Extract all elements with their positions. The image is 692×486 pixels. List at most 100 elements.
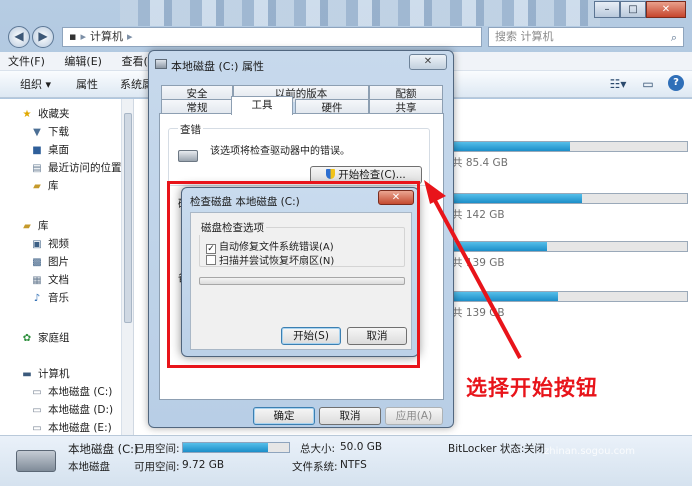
highlight-box xyxy=(167,181,420,368)
picture-library-icon: ▩ xyxy=(32,257,42,268)
music-note-icon: ♪ xyxy=(33,293,41,304)
breadcrumb-chevron-icon: ▸ xyxy=(127,30,133,43)
hard-drive-icon xyxy=(178,150,198,162)
star-icon: ★ xyxy=(22,109,32,120)
apply-button[interactable]: 应用(A) xyxy=(385,407,443,425)
watermark-logo-icon xyxy=(520,404,548,432)
preview-pane-icon[interactable]: ▭ xyxy=(638,75,658,93)
details-usage-bar xyxy=(182,442,290,453)
drive-capacity: 共 139 GB xyxy=(452,257,505,269)
maximize-button[interactable]: □ xyxy=(620,1,646,18)
sidebar-item-homegroup[interactable]: ✿ 家庭组 xyxy=(20,329,70,347)
cancel-button[interactable]: 取消 xyxy=(319,407,381,425)
hard-drive-icon: ▭ xyxy=(32,387,42,398)
back-arrow-icon: ◀ xyxy=(14,29,24,43)
scrollbar-thumb[interactable] xyxy=(124,113,132,323)
help-icon[interactable]: ? xyxy=(668,75,684,91)
window-controls: – □ ✕ xyxy=(594,1,686,18)
details-bitlocker-value: 关闭 xyxy=(524,443,545,455)
properties-dialog-title: 本地磁盘 (C:) 属性 xyxy=(171,60,264,73)
details-pane: 本地磁盘 (C:) 本地磁盘 已用空间: 可用空间: 9.72 GB 总大小: … xyxy=(0,435,692,486)
drive-usage-fill xyxy=(453,142,570,151)
uac-shield-icon xyxy=(326,169,336,179)
menu-file[interactable]: 文件(F) xyxy=(0,52,53,71)
watermark-brand: 搜狗指南 xyxy=(556,404,636,428)
video-library-icon: ▣ xyxy=(32,239,42,250)
sidebar-item-drive-c[interactable]: ▭ 本地磁盘 (C:) xyxy=(30,383,112,401)
document-library-icon: ▦ xyxy=(32,275,42,286)
drive-capacity: 共 85.4 GB xyxy=(452,157,508,169)
sidebar-item-computer[interactable]: ▬ 计算机 xyxy=(20,365,69,383)
details-total-value: 50.0 GB xyxy=(340,441,383,453)
menu-edit[interactable]: 编辑(E) xyxy=(56,52,110,71)
drive-usage-bar xyxy=(452,193,688,204)
organize-button[interactable]: 组织 ▾ xyxy=(20,71,51,98)
details-total-label: 总大小: xyxy=(300,443,336,455)
navigation-pane: ★ 收藏夹 ▼ 下载 ■ 桌面 ▤ 最近访问的位置 ▰ 库 ▰ 库 ▣ 视频 ▩ 图片 ▦ 文档 … xyxy=(0,99,122,435)
drive-capacity: 共 142 GB xyxy=(452,209,505,221)
sidebar-item-recent[interactable]: ▤ 最近访问的位置 xyxy=(30,159,121,177)
navigation-pane-scrollbar[interactable] xyxy=(122,99,134,435)
sidebar-item-documents[interactable]: ▦ 文档 xyxy=(30,271,69,289)
back-button[interactable]: ◀ xyxy=(8,26,30,48)
forward-button[interactable]: ▶ xyxy=(32,26,54,48)
details-fs-value: NTFS xyxy=(340,459,367,471)
drive-usage-bar xyxy=(452,241,688,252)
drive-usage-fill xyxy=(453,242,547,251)
title-bar-background xyxy=(120,0,600,26)
sidebar-item-desktop[interactable]: ■ 桌面 xyxy=(30,141,69,159)
search-input[interactable]: 搜索 计算机 ⌕ xyxy=(488,27,684,47)
computer-small-icon: ▪ xyxy=(69,30,77,43)
details-drive-name: 本地磁盘 (C:) xyxy=(68,442,139,456)
sidebar-item-fav-library[interactable]: ▰ 库 xyxy=(30,177,58,195)
details-fs-label: 文件系统: xyxy=(292,461,338,473)
annotation-text: 选择开始按钮 xyxy=(466,376,598,400)
computer-icon: ▬ xyxy=(22,369,32,380)
tab-tools[interactable]: 工具 xyxy=(231,96,293,115)
sidebar-item-drive-d[interactable]: ▭ 本地磁盘 (D:) xyxy=(30,401,113,419)
details-used-label: 已用空间: xyxy=(134,443,180,455)
watermark-url: zhinan.sogou.com xyxy=(544,446,636,457)
breadcrumb-computer[interactable]: 计算机 xyxy=(90,30,123,43)
details-free-label: 可用空间: xyxy=(134,461,180,473)
details-free-value: 9.72 GB xyxy=(182,459,225,471)
ok-button[interactable]: 确定 xyxy=(253,407,315,425)
drive-usage-fill xyxy=(453,292,559,301)
address-bar[interactable]: ▪ ▸ 计算机 ▸ xyxy=(62,27,482,47)
recent-places-icon: ▤ xyxy=(32,163,42,174)
hard-drive-icon: ▭ xyxy=(32,405,42,416)
details-bitlocker-label: BitLocker 状态: xyxy=(448,443,525,455)
error-checking-description: 该选项将检查驱动器中的错误。 xyxy=(210,146,350,157)
hard-drive-icon xyxy=(16,450,56,472)
sidebar-item-favorites[interactable]: ★ 收藏夹 xyxy=(20,105,70,123)
search-icon[interactable]: ⌕ xyxy=(671,29,677,47)
desktop-icon: ■ xyxy=(32,145,42,156)
drive-usage-fill xyxy=(453,194,582,203)
download-folder-icon: ▼ xyxy=(33,127,41,138)
minimize-button[interactable]: – xyxy=(594,1,620,18)
properties-button[interactable]: 属性 xyxy=(76,71,98,98)
homegroup-icon: ✿ xyxy=(22,333,32,344)
drive-capacity: 共 139 GB xyxy=(452,307,505,319)
view-tools: ☷▾ ▭ ? xyxy=(608,75,684,93)
sidebar-item-downloads[interactable]: ▼ 下载 xyxy=(30,123,69,141)
drive-usage-bar xyxy=(452,141,688,152)
details-usage-fill xyxy=(183,443,268,452)
drive-usage-bar xyxy=(452,291,688,302)
search-placeholder: 搜索 计算机 xyxy=(495,30,554,43)
navigation-row: ◀ ▶ ▪ ▸ 计算机 ▸ 搜索 计算机 ⌕ xyxy=(0,26,692,48)
sidebar-item-videos[interactable]: ▣ 视频 xyxy=(30,235,69,253)
details-drive-type: 本地磁盘 xyxy=(68,461,110,473)
properties-close-button[interactable]: ✕ xyxy=(409,54,447,70)
error-checking-heading: 查错 xyxy=(178,122,203,137)
sidebar-item-libraries[interactable]: ▰ 库 xyxy=(20,217,48,235)
sidebar-item-music[interactable]: ♪ 音乐 xyxy=(30,289,69,307)
hard-drive-icon xyxy=(155,59,167,69)
forward-arrow-icon: ▶ xyxy=(38,29,48,43)
close-window-button[interactable]: ✕ xyxy=(646,1,686,18)
library-icon: ▰ xyxy=(23,221,31,232)
sidebar-item-pictures[interactable]: ▩ 图片 xyxy=(30,253,69,271)
view-options-icon[interactable]: ☷▾ xyxy=(608,75,628,93)
breadcrumb-chevron-icon: ▸ xyxy=(80,30,86,43)
library-icon: ▰ xyxy=(33,181,41,192)
